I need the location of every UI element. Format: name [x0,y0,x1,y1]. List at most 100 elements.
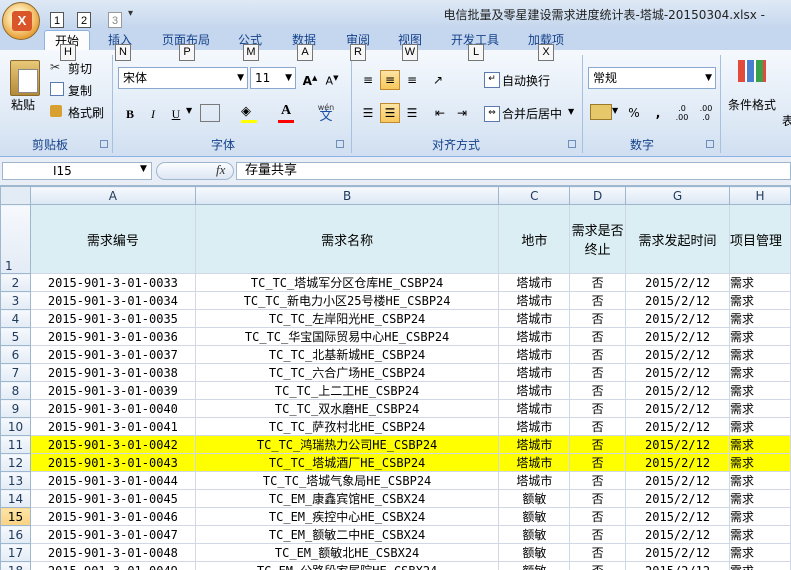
table-cell[interactable]: 否 [569,291,627,310]
table-cell[interactable]: 2015-901-3-01-0042 [29,435,196,454]
table-cell[interactable]: 否 [569,543,627,562]
table-cell[interactable]: TC_EM_疾控中心HE_CSBX24 [194,507,500,526]
header-cell[interactable]: 需求是否终止 [569,204,627,274]
row-header[interactable]: 16 [0,525,31,544]
table-cell[interactable]: 塔城市 [498,453,571,472]
table-cell[interactable]: TC_EM_额敏二中HE_CSBX24 [194,525,500,544]
table-cell[interactable]: 否 [569,273,627,292]
table-cell[interactable]: 需求 [728,543,791,562]
percent-button[interactable]: % [624,103,644,123]
qat-redo-keytip[interactable]: 3 [108,12,122,28]
table-cell[interactable]: 塔城市 [498,381,571,400]
table-cell[interactable]: TC_TC_上二工HE_CSBP24 [194,381,500,400]
format-painter-button[interactable]: 格式刷 [68,104,104,121]
table-cell[interactable]: 需求 [728,417,791,436]
table-cell[interactable]: TC_EM_康鑫宾馆HE_CSBX24 [194,489,500,508]
table-cell[interactable]: 2015/2/12 [625,309,730,328]
table-cell[interactable]: 2015/2/12 [625,525,730,544]
conditional-format-button[interactable]: 条件格式 [728,96,776,113]
align-top-icon[interactable]: ≡ [358,70,378,90]
table-cell[interactable]: 2015-901-3-01-0041 [29,417,196,436]
table-cell[interactable]: TC_TC_塔城军分区仓库HE_CSBP24 [194,273,500,292]
comma-button[interactable]: , [648,103,668,123]
table-cell[interactable]: 否 [569,417,627,436]
merge-center-button[interactable]: 合并后居中 [502,105,562,122]
table-cell[interactable]: TC_TC_鸿瑞热力公司HE_CSBP24 [194,435,500,454]
column-header[interactable]: D [569,186,627,205]
row-header[interactable]: 18 [0,561,31,570]
table-cell[interactable]: 2015-901-3-01-0043 [29,453,196,472]
table-cell[interactable]: 需求 [728,309,791,328]
table-cell[interactable]: 否 [569,399,627,418]
header-cell[interactable]: 地市 [498,204,571,274]
table-cell[interactable]: 2015/2/12 [625,399,730,418]
table-cell[interactable]: 否 [569,561,627,570]
table-cell[interactable]: 需求 [728,525,791,544]
table-cell[interactable]: 2015-901-3-01-0046 [29,507,196,526]
table-cell[interactable]: 2015-901-3-01-0034 [29,291,196,310]
cut-button[interactable]: 剪切 [68,60,92,77]
copy-button[interactable]: 复制 [68,82,92,99]
table-cell[interactable]: 否 [569,471,627,490]
row-header[interactable]: 1 [0,204,31,274]
table-cell[interactable]: 否 [569,453,627,472]
table-cell[interactable]: 2015/2/12 [625,345,730,364]
header-cell[interactable]: 项目管理 [728,204,791,274]
font-size-select[interactable]: 11 ▼ [250,67,296,89]
table-cell[interactable]: 2015-901-3-01-0047 [29,525,196,544]
number-launcher-icon[interactable] [706,140,714,148]
number-format-select[interactable]: 常规 ▼ [588,67,716,89]
table-cell[interactable]: 塔城市 [498,345,571,364]
table-cell[interactable]: 塔城市 [498,435,571,454]
table-cell[interactable]: TC_TC_萨孜村北HE_CSBP24 [194,417,500,436]
chevron-down-icon[interactable]: ▼ [612,106,618,115]
row-header[interactable]: 17 [0,543,31,562]
table-cell[interactable]: TC_TC_双水磨HE_CSBP24 [194,399,500,418]
table-cell[interactable]: TC_TC_塔城气象局HE_CSBP24 [194,471,500,490]
align-center-icon[interactable]: ☰ [380,103,400,123]
copy-icon[interactable] [50,82,64,96]
decrease-indent-icon[interactable]: ⇤ [430,103,450,123]
chevron-down-icon[interactable]: ▼ [568,107,574,116]
wrap-text-icon[interactable]: ↵ [484,72,500,88]
table-cell[interactable]: 额敏 [498,525,571,544]
table-cell[interactable]: 2015-901-3-01-0038 [29,363,196,382]
table-cell[interactable]: 2015/2/12 [625,507,730,526]
table-cell[interactable]: 需求 [728,363,791,382]
fill-color-icon[interactable]: ◈ [241,104,257,120]
chevron-down-icon[interactable]: ▼ [140,164,147,174]
bold-button[interactable]: B [120,104,140,124]
orientation-icon[interactable]: ↗ [428,70,448,90]
table-cell[interactable]: 2015/2/12 [625,327,730,346]
row-header[interactable]: 14 [0,489,31,508]
align-right-icon[interactable]: ☰ [402,103,422,123]
table-cell[interactable]: 需求 [728,453,791,472]
table-cell[interactable]: 塔城市 [498,309,571,328]
alignment-launcher-icon[interactable] [568,140,576,148]
table-cell[interactable]: 否 [569,525,627,544]
chevron-down-icon[interactable]: ▼ [186,106,192,115]
table-cell[interactable]: 塔城市 [498,363,571,382]
table-cell[interactable]: 否 [569,309,627,328]
table-cell[interactable]: 2015-901-3-01-0040 [29,399,196,418]
table-cell[interactable]: TC_TC_六合广场HE_CSBP24 [194,363,500,382]
office-button[interactable]: X [2,2,40,40]
header-cell[interactable]: 需求名称 [194,204,500,274]
table-cell[interactable]: 否 [569,489,627,508]
row-header[interactable]: 9 [0,399,31,418]
column-header[interactable]: C [498,186,571,205]
insert-function-button[interactable]: fx [216,162,225,178]
table-cell[interactable]: TC_TC_塔城酒厂HE_CSBP24 [194,453,500,472]
font-color-icon[interactable]: A [278,103,294,119]
header-cell[interactable]: 需求发起时间 [625,204,730,274]
column-header[interactable]: G [625,186,730,205]
header-cell[interactable]: 需求编号 [29,204,196,274]
increase-indent-icon[interactable]: ⇥ [452,103,472,123]
table-cell[interactable]: 否 [569,507,627,526]
table-cell[interactable]: 2015-901-3-01-0035 [29,309,196,328]
table-cell[interactable]: 2015/2/12 [625,435,730,454]
table-cell[interactable]: TC_TC_华宝国际贸易中心HE_CSBP24 [194,327,500,346]
row-header[interactable]: 5 [0,327,31,346]
table-cell[interactable]: 需求 [728,489,791,508]
conditional-format-icon[interactable] [738,60,766,88]
